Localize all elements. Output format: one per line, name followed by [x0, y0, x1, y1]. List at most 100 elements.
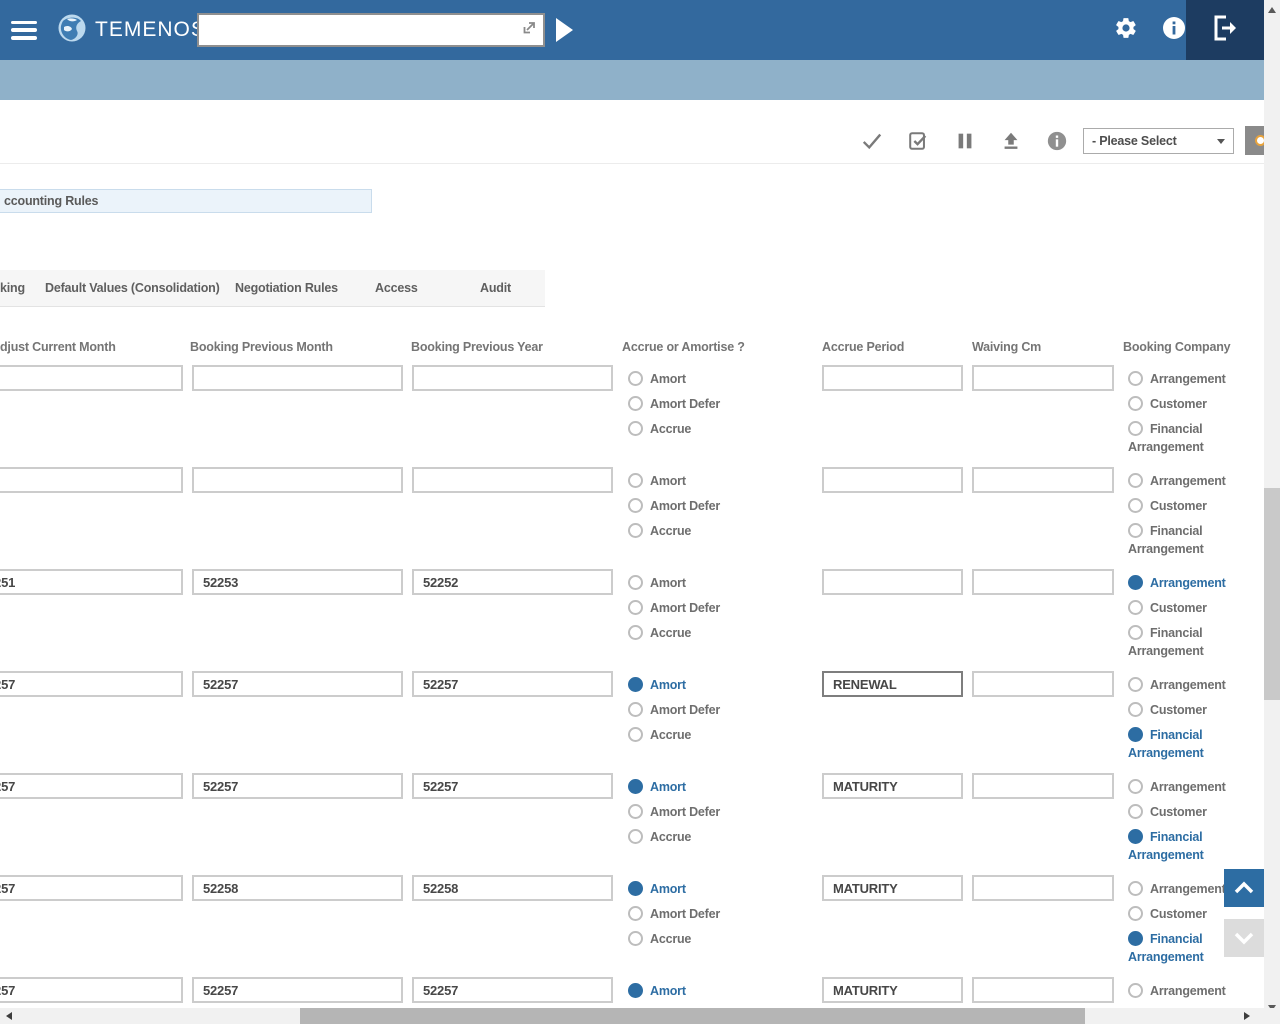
radio-circle-icon[interactable]: [1128, 600, 1143, 615]
vertical-scroll-thumb[interactable]: [1264, 488, 1280, 700]
radio-circle-icon[interactable]: [628, 804, 643, 819]
accrue-or-amortise-option[interactable]: Accrue: [628, 726, 758, 744]
accrue-period-input[interactable]: [822, 671, 963, 697]
sign-out-button[interactable]: [1186, 0, 1264, 60]
accrue-or-amortise-option[interactable]: Amort: [628, 574, 758, 592]
waiving-cm-input[interactable]: [972, 671, 1114, 697]
radio-circle-icon[interactable]: [1128, 881, 1143, 896]
booking-previous-month-input[interactable]: [192, 875, 403, 901]
booking-previous-month-input[interactable]: [192, 773, 403, 799]
accrue-or-amortise-option[interactable]: Accrue: [628, 522, 758, 540]
booking-company-option[interactable]: Financial Arrangement: [1128, 930, 1228, 966]
waiving-cm-input[interactable]: [972, 875, 1114, 901]
upload-icon[interactable]: [1000, 130, 1022, 152]
radio-circle-icon[interactable]: [628, 600, 643, 615]
radio-circle-icon[interactable]: [628, 523, 643, 538]
accrue-or-amortise-option[interactable]: Amort Defer: [628, 905, 758, 923]
adjust-current-month-input[interactable]: [0, 671, 183, 697]
booking-company-option[interactable]: Arrangement: [1128, 880, 1228, 898]
accrue-period-input[interactable]: [822, 569, 963, 595]
command-go-icon[interactable]: [521, 19, 538, 41]
tab-audit[interactable]: Audit: [480, 281, 511, 295]
radio-circle-icon[interactable]: [1128, 779, 1143, 794]
booking-company-option[interactable]: Arrangement: [1128, 472, 1228, 490]
radio-circle-icon[interactable]: [628, 421, 643, 436]
hamburger-menu-icon[interactable]: [11, 21, 37, 40]
radio-circle-icon[interactable]: [1128, 421, 1143, 436]
radio-circle-icon[interactable]: [1128, 498, 1143, 513]
booking-previous-year-input[interactable]: [412, 671, 613, 697]
radio-circle-icon[interactable]: [628, 931, 643, 946]
accrue-or-amortise-option[interactable]: Accrue: [628, 624, 758, 642]
accrue-or-amortise-option[interactable]: Amort Defer: [628, 701, 758, 719]
radio-circle-icon[interactable]: [628, 727, 643, 742]
radio-circle-icon[interactable]: [1128, 473, 1143, 488]
validate-document-icon[interactable]: [907, 130, 929, 152]
accrue-or-amortise-option[interactable]: Amort: [628, 880, 758, 898]
accrue-or-amortise-option[interactable]: Amort: [628, 370, 758, 388]
waiving-cm-input[interactable]: [972, 467, 1114, 493]
accrue-or-amortise-option[interactable]: Accrue: [628, 930, 758, 948]
waiving-cm-input[interactable]: [972, 977, 1114, 1003]
radio-circle-icon[interactable]: [628, 625, 643, 640]
adjust-current-month-input[interactable]: [0, 875, 183, 901]
adjust-current-month-input[interactable]: [0, 569, 183, 595]
accrue-or-amortise-option[interactable]: Amort Defer: [628, 599, 758, 617]
radio-circle-icon[interactable]: [1128, 804, 1143, 819]
radio-circle-icon[interactable]: [1128, 702, 1143, 717]
radio-circle-icon[interactable]: [628, 829, 643, 844]
accrue-or-amortise-option[interactable]: Amort: [628, 778, 758, 796]
booking-company-option[interactable]: Arrangement: [1128, 778, 1228, 796]
tab-negotiation-rules[interactable]: Negotiation Rules: [235, 281, 338, 295]
radio-circle-icon[interactable]: [1128, 829, 1143, 844]
radio-circle-icon[interactable]: [628, 575, 643, 590]
booking-company-option[interactable]: Financial Arrangement: [1128, 420, 1228, 456]
radio-circle-icon[interactable]: [1128, 523, 1143, 538]
radio-circle-icon[interactable]: [1128, 983, 1143, 998]
radio-circle-icon[interactable]: [628, 473, 643, 488]
hold-pause-icon[interactable]: [954, 130, 976, 152]
radio-circle-icon[interactable]: [628, 677, 643, 692]
booking-company-option[interactable]: Financial Arrangement: [1128, 828, 1228, 864]
radio-circle-icon[interactable]: [1128, 931, 1143, 946]
booking-company-option[interactable]: Financial Arrangement: [1128, 522, 1228, 558]
radio-circle-icon[interactable]: [1128, 625, 1143, 640]
booking-company-option[interactable]: Customer: [1128, 701, 1228, 719]
tab-default-values-consolidation[interactable]: Default Values (Consolidation): [45, 281, 220, 295]
booking-previous-month-input[interactable]: [192, 977, 403, 1003]
accrue-or-amortise-option[interactable]: Accrue: [628, 420, 758, 438]
booking-previous-year-input[interactable]: [412, 365, 613, 391]
adjust-current-month-input[interactable]: [0, 365, 183, 391]
accrue-or-amortise-option[interactable]: Amort Defer: [628, 803, 758, 821]
scroll-to-bottom-button[interactable]: [1224, 919, 1264, 957]
booking-previous-year-input[interactable]: [412, 467, 613, 493]
radio-circle-icon[interactable]: [1128, 677, 1143, 692]
radio-circle-icon[interactable]: [1128, 371, 1143, 386]
booking-previous-year-input[interactable]: [412, 773, 613, 799]
booking-previous-month-input[interactable]: [192, 671, 403, 697]
booking-previous-year-input[interactable]: [412, 977, 613, 1003]
booking-previous-month-input[interactable]: [192, 365, 403, 391]
action-select-dropdown[interactable]: - Please Select: [1083, 128, 1234, 154]
radio-circle-icon[interactable]: [1128, 727, 1143, 742]
vertical-scrollbar[interactable]: [1264, 0, 1280, 1024]
waiving-cm-input[interactable]: [972, 773, 1114, 799]
booking-company-option[interactable]: Customer: [1128, 599, 1228, 617]
accrue-or-amortise-option[interactable]: Amort Defer: [628, 497, 758, 515]
radio-circle-icon[interactable]: [628, 881, 643, 896]
waiving-cm-input[interactable]: [972, 569, 1114, 595]
accrue-period-input[interactable]: [822, 977, 963, 1003]
booking-company-option[interactable]: Arrangement: [1128, 676, 1228, 694]
command-input[interactable]: [199, 15, 521, 45]
radio-circle-icon[interactable]: [628, 498, 643, 513]
radio-circle-icon[interactable]: [1128, 575, 1143, 590]
booking-previous-year-input[interactable]: [412, 569, 613, 595]
accrue-period-input[interactable]: [822, 875, 963, 901]
accrue-period-input[interactable]: [822, 365, 963, 391]
booking-company-option[interactable]: Arrangement: [1128, 370, 1228, 388]
radio-circle-icon[interactable]: [628, 396, 643, 411]
booking-company-option[interactable]: Customer: [1128, 497, 1228, 515]
scroll-right-arrow-icon[interactable]: [1244, 1012, 1250, 1020]
radio-circle-icon[interactable]: [628, 983, 643, 998]
radio-circle-icon[interactable]: [628, 702, 643, 717]
